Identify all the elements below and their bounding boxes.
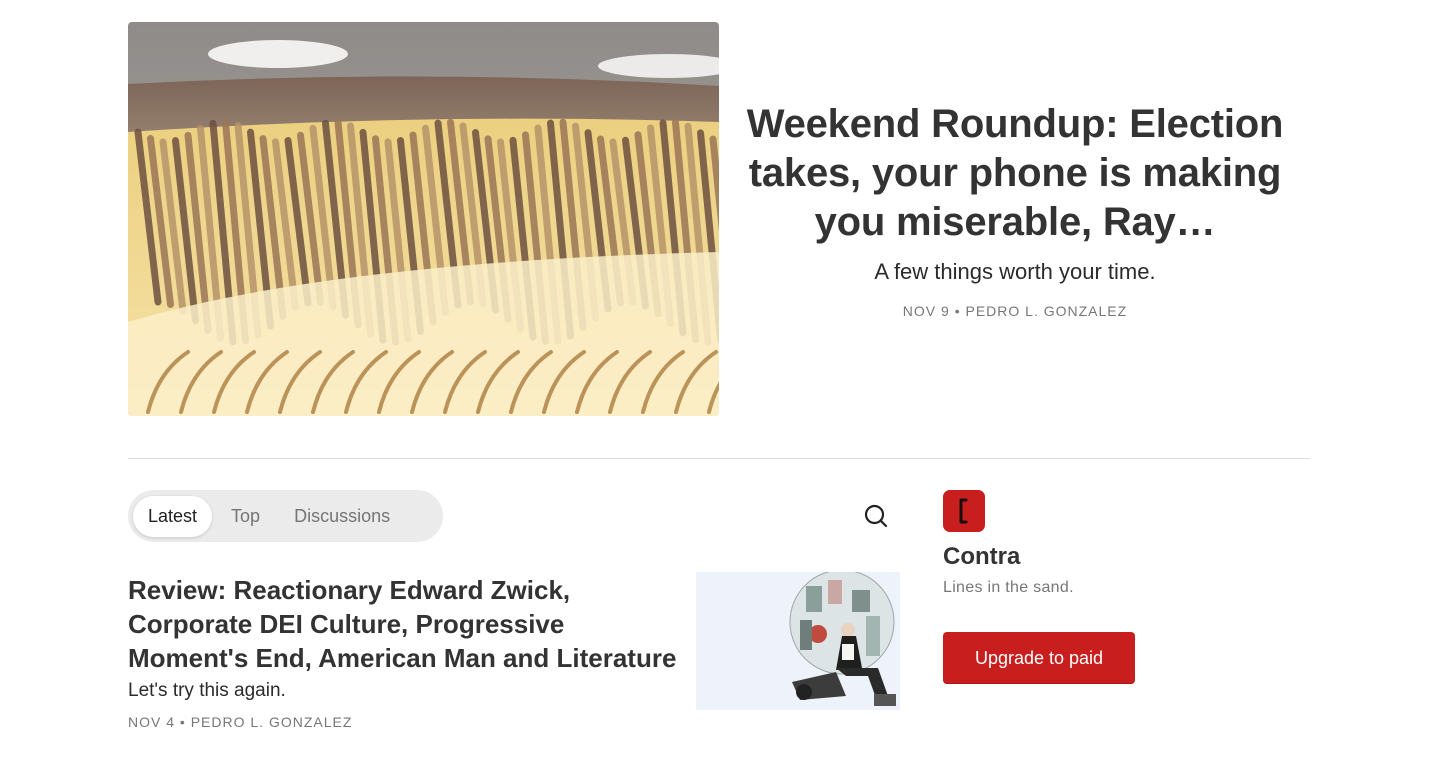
- publication-tagline: Lines in the sand.: [943, 579, 1074, 596]
- meta-separator: •: [179, 714, 186, 730]
- post-tabs: Latest Top Discussions: [128, 490, 443, 542]
- publication-name[interactable]: Contra: [943, 543, 1020, 571]
- hero-subtitle: A few things worth your time.: [874, 259, 1156, 284]
- post-date: NOV 4: [128, 714, 176, 730]
- upgrade-button[interactable]: Upgrade to paid: [943, 632, 1135, 684]
- divider: [128, 458, 1310, 459]
- man-reading-illustration: [789, 572, 896, 706]
- hero-title[interactable]: Weekend Roundup: Election takes, your ph…: [742, 100, 1288, 247]
- post-subtitle: Let's try this again.: [128, 680, 286, 701]
- post-thumbnail[interactable]: [696, 572, 900, 710]
- hero-meta: NOV 9 • PEDRO L. GONZALEZ: [742, 303, 1288, 319]
- post-author[interactable]: PEDRO L. GONZALEZ: [191, 714, 353, 730]
- post-title[interactable]: Review: Reactionary Edward Zwick, Corpor…: [128, 573, 678, 675]
- search-icon: [864, 504, 888, 528]
- publication-logo[interactable]: [943, 490, 985, 532]
- tab-latest[interactable]: Latest: [133, 495, 213, 537]
- hero-author[interactable]: PEDRO L. GONZALEZ: [966, 303, 1128, 319]
- hero-text: Weekend Roundup: Election takes, your ph…: [742, 100, 1288, 319]
- wheat-field-illustration: [128, 22, 719, 416]
- hero-image[interactable]: [128, 22, 719, 416]
- search-button[interactable]: [862, 502, 890, 530]
- tab-discussions[interactable]: Discussions: [279, 496, 405, 537]
- bracket-logo-icon: [959, 498, 968, 524]
- post-meta: NOV 4 • PEDRO L. GONZALEZ: [128, 714, 352, 730]
- tab-top[interactable]: Top: [216, 496, 275, 537]
- meta-separator: •: [954, 303, 961, 319]
- hero-date: NOV 9: [902, 303, 950, 319]
